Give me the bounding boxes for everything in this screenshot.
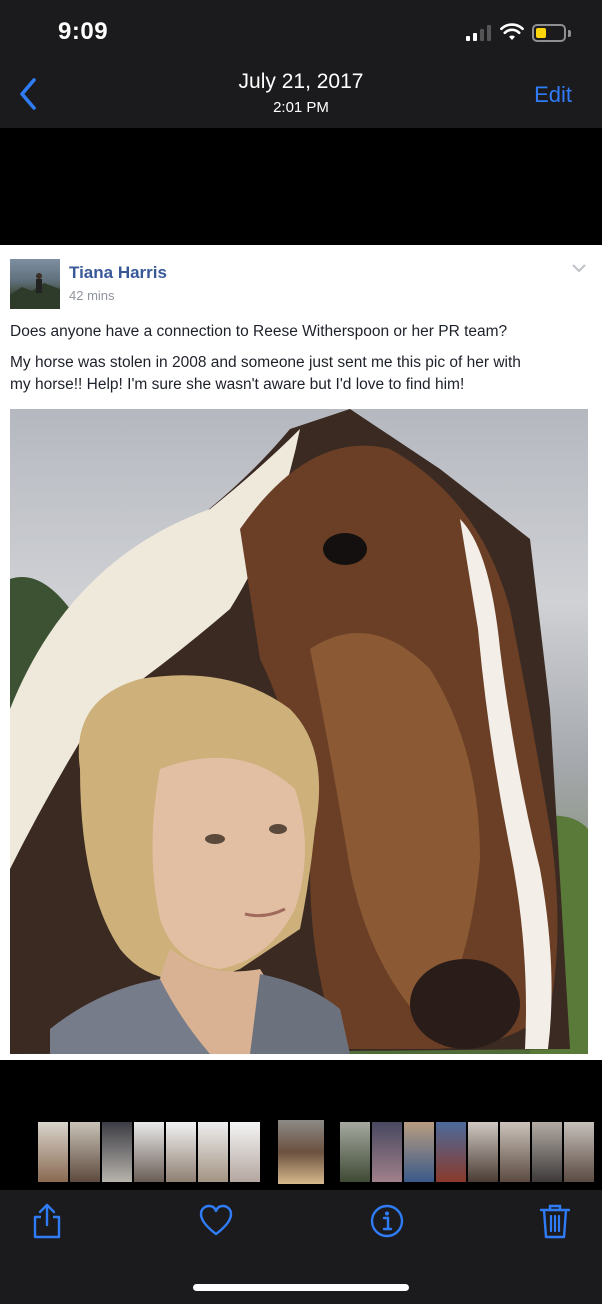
thumbnail[interactable] <box>230 1122 260 1182</box>
wifi-icon <box>500 23 524 40</box>
thumbnail-selected[interactable] <box>278 1120 324 1184</box>
photo-time: 2:01 PM <box>273 99 329 116</box>
status-time: 9:09 <box>58 18 109 45</box>
heart-icon[interactable] <box>198 1202 234 1240</box>
trash-icon[interactable] <box>537 1202 573 1240</box>
thumbnail[interactable] <box>532 1122 562 1182</box>
thumbnail-strip[interactable] <box>0 1118 602 1190</box>
post-text-paragraph: My horse was stolen in 2008 and someone … <box>10 352 594 396</box>
thumbnail[interactable] <box>436 1122 466 1182</box>
status-bar: 9:09 <box>0 0 602 62</box>
chevron-down-icon <box>572 264 586 273</box>
navigation-bar: July 21, 2017 2:01 PM Edit <box>0 62 602 128</box>
avatar <box>10 259 60 309</box>
battery-cap <box>568 30 571 37</box>
post-timestamp: 42 mins <box>69 288 115 303</box>
thumbnail[interactable] <box>372 1122 402 1182</box>
battery-icon <box>532 24 566 42</box>
home-indicator[interactable] <box>193 1284 409 1291</box>
cellular-signal-icon <box>466 25 492 41</box>
thumbnail[interactable] <box>70 1122 100 1182</box>
thumbnail[interactable] <box>102 1122 132 1182</box>
post-photo <box>10 409 588 1054</box>
photo-date: July 21, 2017 <box>238 70 364 93</box>
share-icon[interactable] <box>29 1202 65 1240</box>
post-author-name: Tiana Harris <box>69 263 167 282</box>
thumbnail[interactable] <box>404 1122 434 1182</box>
thumbnail[interactable] <box>198 1122 228 1182</box>
thumbnail[interactable] <box>500 1122 530 1182</box>
photo-viewer-image[interactable]: Tiana Harris 42 mins Does anyone have a … <box>0 245 602 1060</box>
thumbnail[interactable] <box>38 1122 68 1182</box>
post-text-line: my horse!! Help! I'm sure she wasn't awa… <box>10 376 465 393</box>
post-text-line: Does anyone have a connection to Reese W… <box>10 323 508 340</box>
thumbnail[interactable] <box>166 1122 196 1182</box>
edit-button[interactable]: Edit <box>534 82 572 108</box>
info-icon[interactable] <box>369 1202 405 1240</box>
thumbnail[interactable] <box>564 1122 594 1182</box>
thumbnail[interactable] <box>340 1122 370 1182</box>
thumbnail[interactable] <box>134 1122 164 1182</box>
thumbnail[interactable] <box>468 1122 498 1182</box>
post-text-line: My horse was stolen in 2008 and someone … <box>10 354 521 371</box>
